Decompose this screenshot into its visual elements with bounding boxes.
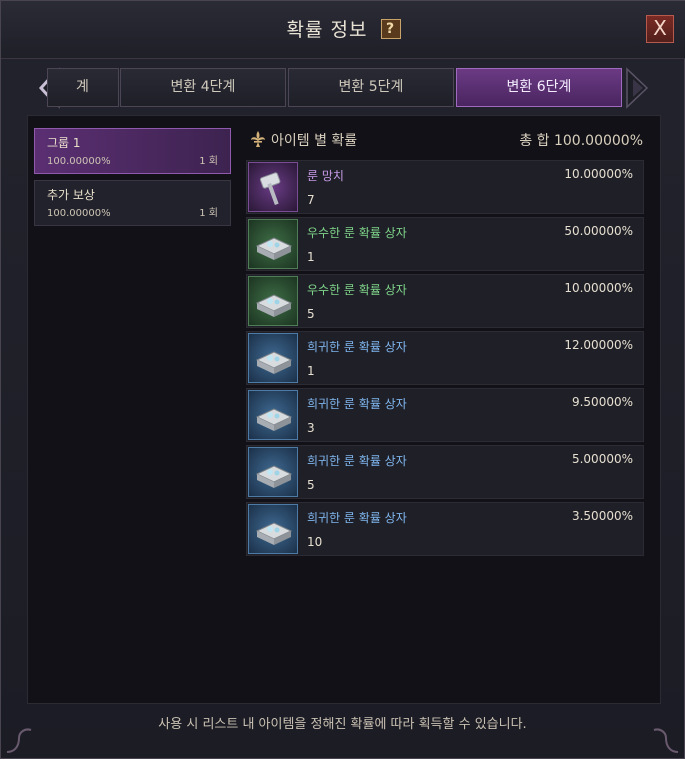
window-title: 확률 정보 ? — [1, 15, 685, 42]
item-quantity: 3 — [307, 421, 315, 435]
list-item[interactable]: 희귀한 룬 확률 상자 12.00000% 1 — [246, 331, 644, 385]
group-percent: 100.00000% — [47, 156, 111, 167]
tab-stage-4-label: 변환 4단계 — [170, 79, 236, 95]
content-panel: 그룹 1 100.00000% 1 회 추가 보상 100.00000% 1 회… — [27, 115, 661, 704]
item-thumbnail — [248, 447, 298, 497]
item-quantity: 1 — [307, 250, 315, 264]
tab-stage-6[interactable]: 변환 6단계 — [456, 68, 622, 107]
group-item-1[interactable]: 그룹 1 100.00000% 1 회 — [34, 128, 231, 174]
item-percent: 9.50000% — [571, 395, 633, 409]
item-name: 희귀한 룬 확률 상자 — [307, 397, 407, 411]
item-name: 우수한 룬 확률 상자 — [307, 226, 407, 240]
chest-icon — [255, 294, 293, 317]
chest-icon — [255, 522, 293, 545]
tab-stage-4[interactable]: 변환 4단계 — [120, 68, 286, 107]
fleur-de-lis-icon — [251, 131, 265, 147]
probability-window: 확률 정보 ? X 계 변환 4단계 변환 5단계 변환 6단계 그룹 1 10… — [0, 0, 685, 759]
list-item[interactable]: 우수한 룬 확률 상자 10.00000% 5 — [246, 274, 644, 328]
item-name: 희귀한 룬 확률 상자 — [307, 511, 407, 525]
item-quantity: 7 — [307, 193, 315, 207]
item-name: 희귀한 룬 확률 상자 — [307, 454, 407, 468]
item-quantity: 5 — [307, 478, 315, 492]
item-quantity: 1 — [307, 364, 315, 378]
tab-stage-6-label: 변환 6단계 — [506, 79, 572, 95]
corner-ornament-right-icon — [653, 728, 679, 753]
chest-icon — [255, 237, 293, 260]
close-button[interactable]: X — [646, 15, 674, 43]
footer-note: 사용 시 리스트 내 아이템을 정해진 확률에 따라 획득할 수 있습니다. — [158, 717, 527, 732]
item-list-title: 아이템 별 확률 — [271, 133, 358, 149]
tab-scroll-right-icon[interactable] — [625, 67, 659, 109]
tab-stage-5[interactable]: 변환 5단계 — [288, 68, 454, 107]
chest-icon — [255, 465, 293, 488]
group-percent: 100.00000% — [47, 208, 111, 219]
total-probability: 총 합 100.00000% — [519, 133, 643, 149]
list-item[interactable]: 희귀한 룬 확률 상자 3.50000% 10 — [246, 502, 644, 556]
tab-0-label: 계 — [76, 79, 89, 95]
item-thumbnail — [248, 390, 298, 440]
item-percent: 10.00000% — [564, 281, 633, 295]
item-quantity: 5 — [307, 307, 315, 321]
list-item[interactable]: 우수한 룬 확률 상자 50.00000% 1 — [246, 217, 644, 271]
list-item[interactable]: 희귀한 룬 확률 상자 9.50000% 3 — [246, 388, 644, 442]
item-thumbnail — [248, 219, 298, 269]
group-count: 1 회 — [199, 208, 218, 219]
chest-icon — [255, 408, 293, 431]
tab-stage-5-label: 변환 5단계 — [338, 79, 404, 95]
item-percent: 5.00000% — [571, 452, 633, 466]
help-icon[interactable]: ? — [380, 18, 401, 39]
item-percent: 3.50000% — [571, 509, 633, 523]
item-thumbnail — [248, 276, 298, 326]
window-title-text: 확률 정보 — [286, 19, 368, 41]
item-percent: 12.00000% — [564, 338, 633, 352]
item-percent: 50.00000% — [564, 224, 633, 238]
item-quantity: 10 — [307, 535, 323, 549]
item-thumbnail — [248, 504, 298, 554]
item-thumbnail — [248, 333, 298, 383]
chest-icon — [255, 351, 293, 374]
item-list-header: 아이템 별 확률 총 합 100.00000% — [247, 128, 643, 152]
group-name: 추가 보상 — [47, 188, 95, 202]
title-bar: 확률 정보 ? X — [1, 1, 685, 59]
item-name: 룬 망치 — [307, 169, 344, 183]
tab-0[interactable]: 계 — [47, 68, 119, 107]
hammer-icon — [259, 172, 281, 206]
list-item[interactable]: 희귀한 룬 확률 상자 5.00000% 5 — [246, 445, 644, 499]
corner-ornament-left-icon — [6, 728, 32, 753]
item-name: 희귀한 룬 확률 상자 — [307, 340, 407, 354]
group-count: 1 회 — [199, 156, 218, 167]
item-percent: 10.00000% — [564, 167, 633, 181]
item-thumbnail — [248, 162, 298, 212]
item-name: 우수한 룬 확률 상자 — [307, 283, 407, 297]
group-name: 그룹 1 — [47, 136, 81, 150]
list-item[interactable]: 룬 망치 10.00000% 7 — [246, 160, 644, 214]
group-item-bonus[interactable]: 추가 보상 100.00000% 1 회 — [34, 180, 231, 226]
tab-bar: 계 변환 4단계 변환 5단계 변환 6단계 — [27, 67, 659, 109]
